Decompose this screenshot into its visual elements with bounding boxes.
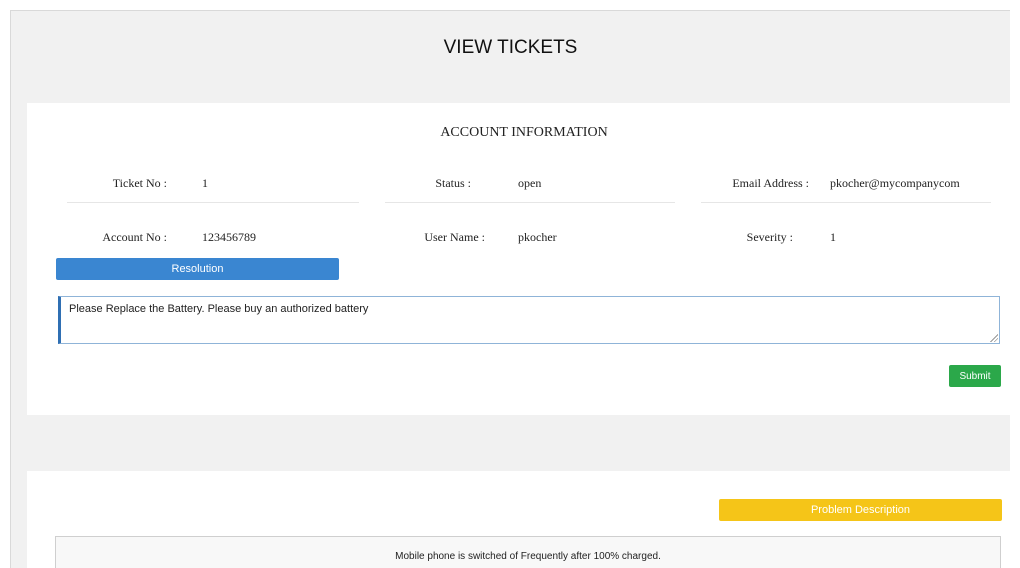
page-title: VIEW TICKETS (443, 37, 578, 58)
severity-value: 1 (830, 230, 836, 244)
severity-label: Severity : (746, 230, 793, 244)
row-divider (701, 202, 991, 203)
app-frame: VIEW TICKETS ACCOUNT INFORMATION Ticket … (10, 10, 1010, 568)
ticket-no-label: Ticket No : (112, 176, 167, 190)
problem-description-text: Mobile phone is switched of Frequently a… (55, 536, 1001, 568)
account-section-title: ACCOUNT INFORMATION (440, 125, 608, 140)
row-divider (385, 202, 675, 203)
account-info-card: ACCOUNT INFORMATION Ticket No : 1 Status… (27, 103, 1010, 415)
problem-description-card: Problem Description Mobile phone is swit… (27, 471, 1010, 568)
resize-grip-icon[interactable] (989, 333, 998, 342)
account-no-value: 123456789 (202, 230, 256, 244)
user-name-label: User Name : (424, 230, 485, 244)
submit-button[interactable]: Submit (949, 365, 1001, 387)
resolution-input[interactable]: Please Replace the Battery. Please buy a… (58, 296, 1000, 344)
status-value: open (518, 176, 542, 190)
resolution-header: Resolution (56, 258, 339, 280)
account-no-label: Account No : (102, 230, 167, 244)
row-divider (67, 202, 359, 203)
email-value: pkocher@mycompanycom (830, 176, 960, 190)
status-label: Status : (435, 176, 471, 190)
ticket-no-value: 1 (202, 176, 208, 190)
user-name-value: pkocher (518, 230, 557, 244)
problem-description-header: Problem Description (719, 499, 1002, 521)
email-label: Email Address : (732, 176, 809, 190)
